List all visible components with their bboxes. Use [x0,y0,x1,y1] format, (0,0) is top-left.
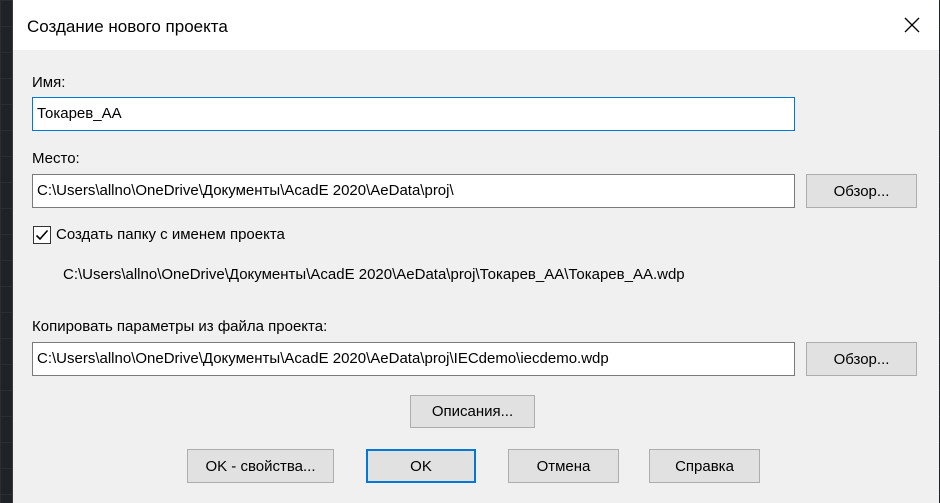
copy-settings-browse-button[interactable]: Обзор... [806,342,917,376]
name-input[interactable]: Токарев_АА [32,97,795,131]
dialog-title: Создание нового проекта [27,17,228,36]
copy-settings-input[interactable]: C:\Users\allno\OneDrive\Документы\AcadE … [32,342,795,376]
create-folder-label[interactable]: Создать папку с именем проекта [56,226,285,243]
ok-properties-button[interactable]: OK - свойства... [187,449,334,483]
ok-button[interactable]: OK [366,449,476,483]
location-input[interactable]: C:\Users\allno\OneDrive\Документы\AcadE … [32,174,795,208]
create-folder-checkbox[interactable] [33,226,51,244]
name-label: Имя: [32,74,66,91]
checkmark-icon [35,229,49,241]
location-browse-button[interactable]: Обзор... [806,174,917,208]
copy-settings-label: Копировать параметры из файла проекта: [32,318,328,335]
close-icon [904,17,920,33]
location-label: Место: [32,150,80,167]
help-button[interactable]: Справка [649,449,760,483]
cancel-button[interactable]: Отмена [508,449,619,483]
dialog-titlebar: Создание нового проекта [13,0,939,50]
descriptions-button[interactable]: Описания... [410,395,535,428]
resulting-project-path: C:\Users\allno\OneDrive\Документы\AcadE … [63,266,685,283]
close-button[interactable] [885,0,939,50]
new-project-dialog: Создание нового проекта Имя: Токарев_АА … [12,0,939,503]
